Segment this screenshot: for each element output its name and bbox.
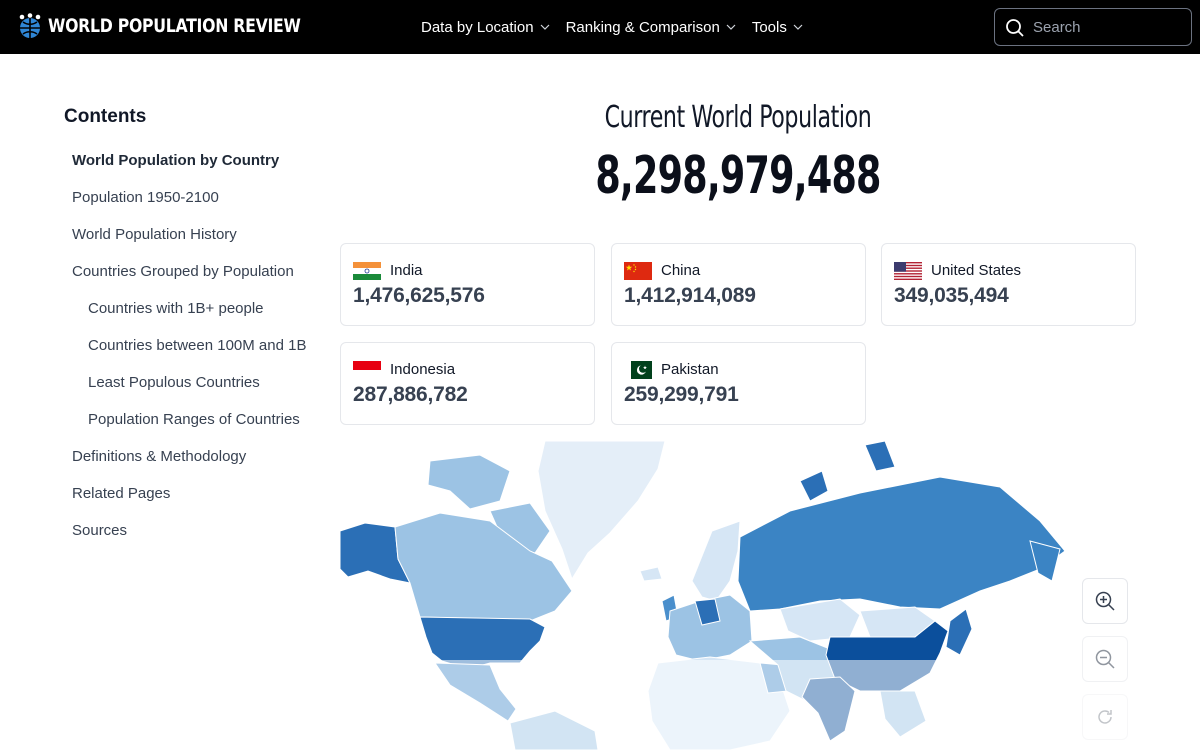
toc-heading: Contents [64, 106, 147, 127]
top-navigation-bar: WORLD POPULATION REVIEW Data by Location… [0, 0, 1200, 54]
zoom-in-button[interactable] [1082, 578, 1128, 624]
map-region-united-states [419, 616, 546, 670]
country-name: Indonesia [390, 361, 456, 378]
nav-data-by-location[interactable]: Data by Location [421, 19, 550, 36]
toc-item-least-populous[interactable]: Least Populous Countries [64, 364, 324, 401]
map-region-mexico [434, 662, 517, 722]
toc-item-world-population-history[interactable]: World Population History [64, 216, 324, 253]
toc-item-100m-1b[interactable]: Countries between 100M and 1B [64, 327, 324, 364]
united-states-flag-icon [894, 262, 922, 280]
map-region-greenland [537, 441, 666, 581]
china-flag-icon [624, 262, 652, 280]
nav-tools[interactable]: Tools [752, 19, 803, 36]
indonesia-flag-icon [353, 361, 381, 379]
globe-people-icon [19, 13, 41, 38]
map-region-india [801, 676, 856, 742]
country-name: United States [931, 262, 1022, 279]
map-region-arctic-islands [427, 454, 511, 510]
chevron-down-icon [793, 24, 803, 30]
map-region-scandinavia [691, 520, 741, 602]
chevron-down-icon [540, 24, 550, 30]
country-population: 259,299,791 [624, 383, 739, 406]
world-population-map[interactable] [340, 441, 1140, 750]
nav-ranking-comparison[interactable]: Ranking & Comparison [566, 19, 736, 36]
map-region-southeast-asia [879, 690, 927, 738]
reset-icon [1098, 710, 1112, 724]
zoom-out-icon [1095, 649, 1115, 669]
map-region-russia [737, 476, 1066, 612]
country-population: 1,412,914,089 [624, 284, 756, 307]
toc-item-1b-plus[interactable]: Countries with 1B+ people [64, 290, 324, 327]
zoom-in-icon [1095, 591, 1115, 611]
toc-item-world-population-by-country[interactable]: World Population by Country [64, 142, 324, 179]
toc-item-definitions[interactable]: Definitions & Methodology [64, 438, 324, 475]
india-flag-icon [353, 262, 381, 280]
nav-label: Tools [751, 18, 787, 36]
toc-item-related-pages[interactable]: Related Pages [64, 475, 324, 512]
country-card-pakistan[interactable]: Pakistan 259,299,791 [611, 342, 866, 425]
country-name: China [661, 262, 701, 279]
pakistan-flag-icon [624, 361, 652, 379]
map-region-novaya-zemlya [799, 470, 829, 502]
country-card-united-states[interactable]: United States 349,035,494 [881, 243, 1136, 326]
country-card-china[interactable]: China 1,412,914,089 [611, 243, 866, 326]
reset-map-button[interactable] [1082, 694, 1128, 740]
country-card-indonesia[interactable]: Indonesia 287,886,782 [340, 342, 595, 425]
search-icon [1006, 19, 1024, 37]
brand-name: WORLD POPULATION REVIEW [48, 15, 301, 37]
main-nav: Data by Location Ranking & Comparison To… [421, 0, 803, 54]
world-population-counter: 8,298,979,488 [595, 146, 881, 206]
toc-item-population-1950-2100[interactable]: Population 1950-2100 [64, 179, 324, 216]
country-name: India [390, 262, 423, 279]
country-card-india[interactable]: India 1,476,625,576 [340, 243, 595, 326]
toc-item-sources[interactable]: Sources [64, 512, 324, 549]
map-region-iceland [639, 566, 663, 582]
map-region-siberia-islands [864, 441, 896, 472]
country-population: 287,886,782 [353, 383, 468, 406]
zoom-out-button[interactable] [1082, 636, 1128, 682]
search-input[interactable] [1033, 15, 1183, 39]
country-name: Pakistan [661, 361, 719, 378]
map-region-south-america [509, 710, 599, 750]
nav-label: Ranking & Comparison [565, 18, 720, 36]
toc-item-countries-grouped[interactable]: Countries Grouped by Population [64, 253, 324, 290]
table-of-contents: Contents World Population by Country Pop… [64, 106, 324, 557]
brand-logo[interactable]: WORLD POPULATION REVIEW [16, 12, 323, 40]
chevron-down-icon [726, 24, 736, 30]
nav-label: Data by Location [421, 18, 534, 36]
country-population: 1,476,625,576 [353, 284, 485, 307]
toc-item-population-ranges[interactable]: Population Ranges of Countries [64, 401, 324, 438]
country-population: 349,035,494 [894, 284, 1009, 307]
map-region-japan [945, 608, 973, 656]
page-title: Current World Population [604, 100, 872, 135]
search-box[interactable] [994, 8, 1192, 46]
